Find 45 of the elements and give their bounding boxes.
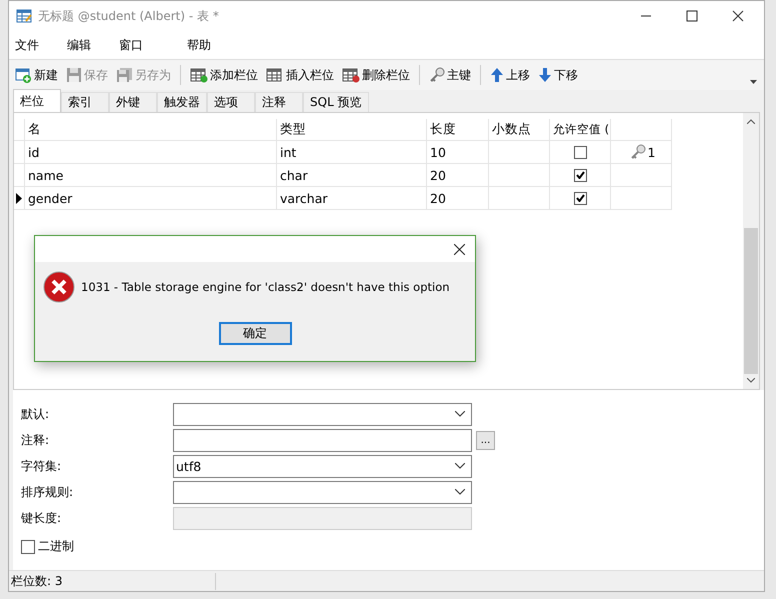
column-header[interactable]: 小数点	[489, 119, 550, 140]
table-cell: varchar	[277, 187, 427, 209]
tab[interactable]: 注释	[255, 92, 303, 112]
table-cell: gender	[25, 187, 277, 209]
table-cell: 10	[427, 141, 489, 163]
ok-button[interactable]: 确定	[218, 322, 292, 345]
column-header[interactable]: 长度	[427, 119, 489, 140]
browse-button[interactable]: ...	[476, 430, 495, 450]
status-text: 栏位数: 3	[11, 572, 216, 590]
dropdown-field[interactable]: utf8	[173, 454, 472, 478]
toolbar-button[interactable]: 插入栏位	[263, 64, 337, 86]
field-label: 字符集:	[21, 458, 62, 474]
toolbar-button[interactable]: 上移	[487, 64, 533, 86]
checkbox-label: 二进制	[38, 538, 74, 555]
field-label: 注释:	[21, 432, 50, 448]
window-title: 无标题 @student (Albert) - 表 *	[38, 8, 219, 24]
table-cell: int	[277, 141, 427, 163]
field-label: 排序规则:	[21, 484, 74, 500]
menu-item[interactable]: 窗口	[117, 36, 161, 54]
table-cell: char	[277, 164, 427, 186]
tab[interactable]: 栏位	[13, 89, 61, 112]
toolbar-button[interactable]: 新建	[12, 64, 61, 86]
error-message: 1031 - Table storage engine for 'class2' doesn't have this option	[81, 280, 450, 294]
toolbar-button[interactable]: 主键	[426, 64, 474, 86]
tab[interactable]: 外键	[109, 92, 157, 112]
table-cell: id	[25, 141, 277, 163]
tab[interactable]: 索引	[61, 92, 109, 112]
toolbar-button[interactable]: 删除栏位	[339, 64, 413, 86]
column-header[interactable]: 名	[25, 119, 277, 140]
tab[interactable]: 触发器	[157, 92, 207, 112]
tab[interactable]: SQL 预览	[303, 92, 369, 112]
menu-item[interactable]: 帮助	[185, 36, 229, 54]
field-label: 默认:	[21, 406, 50, 422]
table-cell: 20	[427, 187, 489, 209]
toolbar-button[interactable]: 下移	[535, 64, 581, 86]
key-order: 1	[648, 144, 656, 160]
column-header[interactable]: 允许空值 (	[550, 119, 611, 140]
menu-item[interactable]: 文件	[13, 36, 57, 54]
toolbar-button[interactable]: 添加栏位	[187, 64, 261, 86]
table-cell: name	[25, 164, 277, 186]
menu-item[interactable]: 编辑	[65, 36, 109, 54]
column-header[interactable]: 类型	[277, 119, 427, 140]
field-label: 键长度:	[21, 510, 62, 526]
table-cell: 20	[427, 164, 489, 186]
tab[interactable]: 选项	[207, 92, 255, 112]
